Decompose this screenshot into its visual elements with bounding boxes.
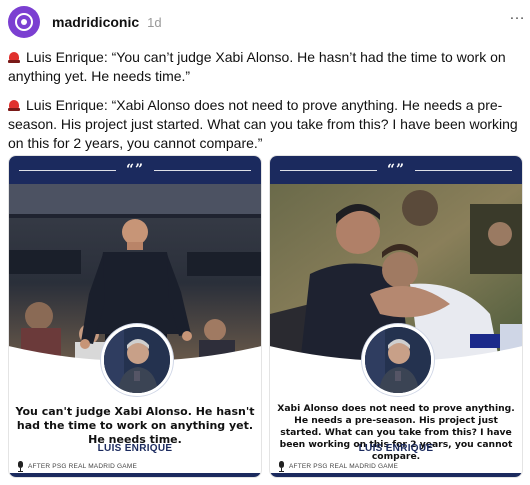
avatar[interactable]: [8, 6, 40, 38]
speaker-avatar: [362, 324, 434, 396]
more-options-icon[interactable]: …: [509, 6, 526, 24]
speaker-avatar: [101, 324, 173, 396]
quote-source: AFTER PSG REAL MADRID GAME: [278, 461, 398, 472]
post-time: 1d: [147, 14, 162, 30]
card-bottom-bar: [270, 473, 522, 477]
quote-source: AFTER PSG REAL MADRID GAME: [17, 461, 137, 472]
source-text: AFTER PSG REAL MADRID GAME: [289, 463, 398, 470]
quote-text: You can't judge Xabi Alonso. He hasn't h…: [15, 405, 255, 446]
post-header: madridiconic 1d: [8, 6, 522, 38]
quote-text: Xabi Alonso does not need to prove anyth…: [277, 403, 515, 462]
logo-icon: [15, 13, 33, 31]
paragraph-text: Luis Enrique: “You can’t judge Xabi Alon…: [8, 49, 506, 84]
speaker-name: LUIS ENRIQUE: [97, 443, 173, 454]
quote-card[interactable]: “”: [8, 155, 262, 478]
post-text: Luis Enrique: “You can’t judge Xabi Alon…: [8, 48, 520, 163]
quote-mark-icon: “”: [125, 162, 145, 178]
paragraph-text: Luis Enrique: “Xabi Alonso does not need…: [8, 97, 518, 151]
quote-band: “”: [270, 156, 522, 184]
source-text: AFTER PSG REAL MADRID GAME: [28, 463, 137, 470]
siren-icon: [8, 99, 20, 111]
speaker-name: LUIS ENRIQUE: [358, 443, 434, 454]
post-paragraph: Luis Enrique: “You can’t judge Xabi Alon…: [8, 48, 520, 86]
mic-icon: [17, 461, 24, 472]
quote-band: “”: [9, 156, 261, 184]
quote-card[interactable]: “”: [269, 155, 523, 478]
card-bottom-bar: [9, 473, 261, 477]
username[interactable]: madridiconic: [52, 14, 139, 30]
post-paragraph: Luis Enrique: “Xabi Alonso does not need…: [8, 96, 520, 153]
mic-icon: [278, 461, 285, 472]
siren-icon: [8, 51, 20, 63]
quote-mark-icon: “”: [386, 162, 406, 178]
